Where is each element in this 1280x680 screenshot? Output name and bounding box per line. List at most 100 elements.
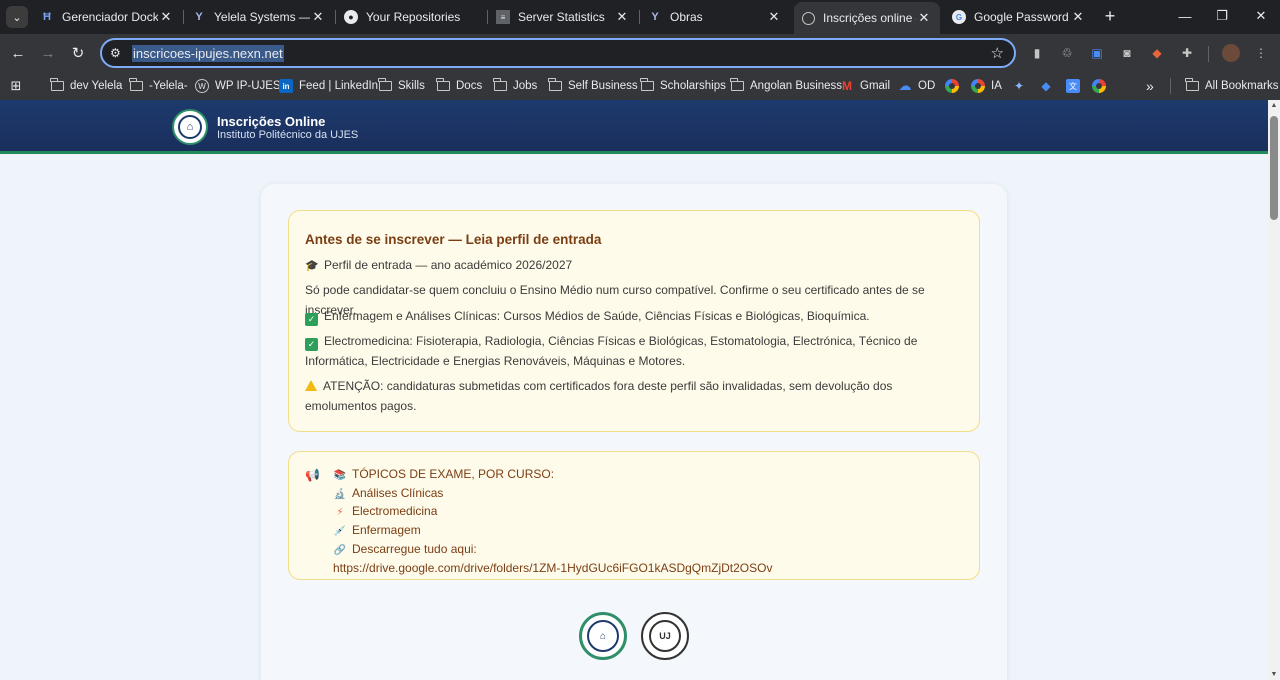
folder-icon (493, 78, 507, 91)
scroll-up-icon[interactable]: ▲ (1270, 102, 1278, 109)
close-window-button[interactable]: ✕ (1246, 4, 1276, 28)
topics-heading: 📚 TÓPICOS DE EXAME, POR CURSO: (333, 466, 772, 485)
close-icon[interactable]: ✕ (614, 9, 630, 25)
vertical-scrollbar[interactable]: ▲ ▼ (1268, 100, 1280, 680)
url-text[interactable]: inscricoes-ipujes.nexn.net (132, 45, 284, 62)
main-card: Antes de se inscrever — Leia perfil de e… (261, 184, 1007, 680)
bookmark-star-icon[interactable]: ☆ (991, 44, 1004, 62)
close-icon[interactable]: ✕ (310, 9, 326, 25)
camera-extension-icon[interactable]: ◙ (1118, 44, 1136, 62)
tab-title: Gerenciador Docker | (62, 10, 158, 24)
check-icon: ✓ (305, 337, 318, 351)
google-icon (1092, 79, 1106, 93)
restore-button[interactable]: ❐ (1207, 4, 1237, 28)
close-icon[interactable]: ✕ (1070, 9, 1086, 25)
scroll-thumb[interactable] (1270, 116, 1278, 220)
logo-emblem-icon: ⌂ (178, 115, 202, 139)
yelela-icon: Y (195, 11, 203, 23)
screenshot-extension-icon[interactable]: ▣ (1088, 44, 1106, 62)
close-icon[interactable]: ✕ (766, 9, 782, 25)
ipujes-seal: ⌂ (579, 612, 627, 660)
tab-google-password-manager[interactable]: G Google Password Ma ✕ (944, 4, 1094, 30)
close-icon[interactable]: ✕ (916, 10, 932, 26)
site-info-icon[interactable]: ⚙ (110, 46, 121, 60)
google-password-icon: G (952, 10, 966, 24)
github-icon: ● (344, 10, 358, 24)
back-button[interactable]: ← (7, 42, 29, 64)
list-item: ⚡ Electromedicina (333, 503, 772, 522)
onedrive-icon: ☁ (898, 78, 912, 93)
tab-obras[interactable]: Y Obras ✕ (640, 4, 790, 30)
diamond-icon: ◆ (1041, 79, 1051, 93)
bookmark-google-2[interactable] (1092, 77, 1112, 95)
minimize-button[interactable]: — (1170, 4, 1200, 28)
tab-title: Yelela Systems — sof (214, 10, 310, 24)
tab-inscricoes-online[interactable]: Inscrições online — I ✕ (794, 2, 940, 34)
apps-grid-icon[interactable]: ⊞ (9, 77, 29, 95)
folder-icon (50, 78, 64, 91)
scroll-down-icon[interactable]: ▼ (1270, 671, 1278, 678)
bookmark-dev-yelela[interactable]: dev Yelela (50, 77, 122, 95)
tab-docker[interactable]: Ħ Gerenciador Docker | ✕ (32, 4, 182, 30)
tab-title: Google Password Ma (974, 10, 1070, 24)
drive-download-link[interactable]: https://drive.google.com/drive/folders/1… (333, 560, 772, 577)
seal-emblem-icon: ⌂ (587, 620, 619, 652)
wordpress-icon: W (195, 79, 209, 93)
bookmark-jobs[interactable]: Jobs (493, 77, 537, 95)
notice-title: Antes de se inscrever — Leia perfil de e… (305, 232, 602, 247)
extensions-puzzle-icon[interactable]: ✚ (1178, 44, 1196, 62)
more-bookmarks-button[interactable]: » (1146, 77, 1154, 95)
close-icon[interactable]: ✕ (158, 9, 174, 25)
reload-button[interactable]: ↻ (67, 42, 89, 64)
new-tab-button[interactable]: + (1100, 6, 1120, 26)
institute-logo[interactable]: ⌂ (172, 109, 208, 145)
folder-icon (378, 78, 392, 91)
gmail-icon: M (842, 79, 852, 93)
microscope-icon: 🔬 (333, 488, 347, 500)
bookmark-self-business[interactable]: Self Business (548, 77, 638, 95)
site-subtitle: Instituto Politécnico da UJES (217, 129, 359, 141)
bookmarks-bar: ⊞ dev Yelela -Yelela- W WP IP-UJES in Feed… (0, 72, 1280, 100)
link-icon: 🔗 (333, 544, 347, 556)
bookmark-scholarships[interactable]: Scholarships (640, 77, 726, 95)
tab-search-button[interactable]: ⌄ (6, 6, 28, 28)
menu-kebab-icon[interactable]: ⋮ (1252, 44, 1270, 62)
tab-server-statistics[interactable]: ≡ Server Statistics ✕ (488, 4, 638, 30)
lightning-icon: ⚡ (336, 507, 344, 519)
bookmark-wp-ip-ujes[interactable]: W WP IP-UJES (195, 77, 281, 95)
seal-emblem-icon: UJ (649, 620, 681, 652)
tab-yelela-systems[interactable]: Y Yelela Systems — sof ✕ (184, 4, 334, 30)
tab-github-repositories[interactable]: ● Your Repositories (336, 4, 486, 30)
bookmark-linkedin[interactable]: in Feed | LinkedIn (279, 77, 378, 95)
bookmark-yelela[interactable]: -Yelela- (129, 77, 188, 95)
bookmark-diamond[interactable]: ◆ (1039, 77, 1059, 95)
gemini-sparkle-icon: ✦ (1013, 79, 1025, 93)
tab-title: Inscrições online — I (823, 11, 916, 25)
recycle-extension-icon[interactable]: ♲ (1058, 44, 1076, 62)
bookmark-translate[interactable]: 文 (1066, 77, 1086, 95)
folder-icon (640, 78, 654, 91)
bookmark-gemini[interactable]: ✦ (1012, 77, 1032, 95)
bookmark-od[interactable]: ☁ OD (898, 77, 936, 95)
all-bookmarks-button[interactable]: All Bookmarks (1185, 77, 1279, 95)
bookmark-angolan-business[interactable]: Angolan Business (730, 77, 842, 95)
course-electromedicina-line: ✓ Electromedicina: Fisioterapia, Radiolog… (305, 334, 918, 368)
entry-profile-notice: Antes de se inscrever — Leia perfil de e… (288, 210, 980, 432)
colorful-extension-icon[interactable]: ◆ (1148, 44, 1166, 62)
page-viewport: ⌂ Inscrições Online Instituto Politécnic… (0, 100, 1268, 680)
globe-icon (802, 11, 815, 25)
bookmark-google[interactable] (945, 77, 965, 95)
tab-title: Server Statistics (518, 10, 605, 24)
document-extension-icon[interactable]: ▮ (1028, 44, 1046, 62)
bookmark-gmail[interactable]: M Gmail (840, 77, 890, 95)
forward-button[interactable]: → (37, 42, 59, 64)
folder-icon (436, 78, 450, 91)
ujes-seal: UJ (641, 612, 689, 660)
bookmark-ia[interactable]: IA (971, 77, 1002, 95)
check-icon: ✓ (305, 312, 318, 326)
profile-avatar[interactable] (1222, 44, 1240, 62)
address-bar[interactable]: ⚙ inscricoes-ipujes.nexn.net ☆ (100, 38, 1016, 68)
bookmark-docs[interactable]: Docs (436, 77, 482, 95)
books-icon: 📚 (333, 470, 347, 481)
bookmark-skills[interactable]: Skills (378, 77, 425, 95)
